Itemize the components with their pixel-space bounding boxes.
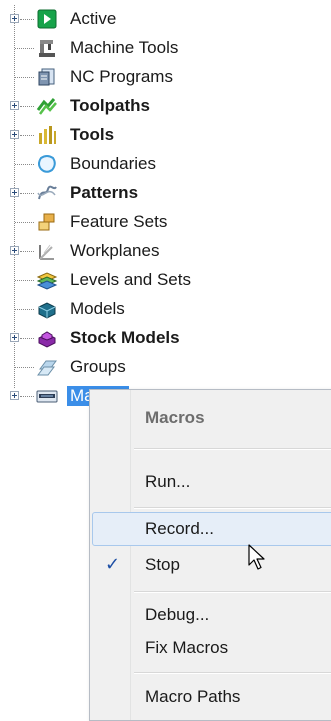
tree-node-boundaries[interactable]: Boundaries xyxy=(0,150,331,179)
tree-node-label: Levels and Sets xyxy=(70,270,191,289)
tree-node-patterns[interactable]: Patterns xyxy=(0,179,331,208)
checkmark-icon: ✓ xyxy=(105,554,121,574)
menu-header: Macros xyxy=(92,401,331,435)
menu-separator xyxy=(134,448,331,450)
expand-icon[interactable] xyxy=(10,333,19,342)
tree-node-models[interactable]: Models xyxy=(0,295,331,324)
tree-node-label: Models xyxy=(70,299,125,318)
expand-icon[interactable] xyxy=(10,188,19,197)
tree-node-toolpaths[interactable]: Toolpaths xyxy=(0,92,331,121)
tree-node-label: Groups xyxy=(70,357,126,376)
menu-item-fix-macros[interactable]: Fix Macros xyxy=(92,631,331,665)
tree-node-feature-sets[interactable]: Feature Sets xyxy=(0,208,331,237)
tree-node-label: Boundaries xyxy=(70,154,157,173)
expand-icon[interactable] xyxy=(10,246,19,255)
tree-node-active[interactable]: Active xyxy=(0,5,331,34)
menu-separator xyxy=(134,507,331,509)
tree-node-workplanes[interactable]: Workplanes xyxy=(0,237,331,266)
machine-tool-icon xyxy=(36,38,58,58)
menu-item-stop[interactable]: ✓ Stop xyxy=(92,548,331,582)
menu-item-label: Run... xyxy=(145,472,191,491)
boundary-icon xyxy=(36,154,58,174)
menu-item-label: Macro Paths xyxy=(145,687,241,706)
tree-node-label: NC Programs xyxy=(70,67,173,86)
feature-set-icon xyxy=(36,212,58,232)
tree-node-machine-tools[interactable]: Machine Tools xyxy=(0,34,331,63)
nc-program-icon xyxy=(36,67,58,87)
tree-node-label: Workplanes xyxy=(70,241,160,260)
menu-separator xyxy=(134,591,331,593)
toolpath-icon xyxy=(36,96,58,116)
menu-item-label: Debug... xyxy=(145,605,210,624)
tree-node-label: Toolpaths xyxy=(70,96,150,115)
stock-model-icon xyxy=(36,328,58,348)
workplane-icon xyxy=(36,241,58,261)
expand-icon[interactable] xyxy=(10,14,19,23)
menu-item-label: Stop xyxy=(145,555,180,574)
macro-icon xyxy=(36,386,58,406)
active-arrow-icon xyxy=(36,9,58,29)
menu-item-record[interactable]: Record... xyxy=(92,512,331,546)
menu-item-label: Fix Macros xyxy=(145,638,229,657)
tools-icon xyxy=(36,125,58,145)
menu-item-debug[interactable]: Debug... xyxy=(92,598,331,632)
tree-node-label: Tools xyxy=(70,125,115,144)
menu-item-macro-paths[interactable]: Macro Paths xyxy=(92,680,331,714)
tree-node-label: Machine Tools xyxy=(70,38,179,57)
expand-icon[interactable] xyxy=(10,391,19,400)
expand-icon[interactable] xyxy=(10,130,19,139)
expand-icon[interactable] xyxy=(10,101,19,110)
tree-node-levels-and-sets[interactable]: Levels and Sets xyxy=(0,266,331,295)
pattern-icon xyxy=(36,183,58,203)
tree-node-nc-programs[interactable]: NC Programs xyxy=(0,63,331,92)
tree-node-label: Patterns xyxy=(70,183,139,202)
model-icon xyxy=(36,299,58,319)
tree-node-label: Active xyxy=(70,9,117,28)
menu-header-label: Macros xyxy=(145,408,205,427)
tree-node-label: Stock Models xyxy=(70,328,180,347)
menu-item-label: Record... xyxy=(145,519,214,538)
group-icon xyxy=(36,357,58,377)
menu-item-run[interactable]: Run... xyxy=(92,465,331,499)
tree-node-groups[interactable]: Groups xyxy=(0,353,331,382)
tree-node-tools[interactable]: Tools xyxy=(0,121,331,150)
context-menu: Macros Run... Record... ✓ Stop Debug... … xyxy=(89,389,331,721)
tree-node-label: Feature Sets xyxy=(70,212,168,231)
menu-separator xyxy=(134,672,331,674)
mouse-pointer-icon xyxy=(247,543,267,573)
tree-node-stock-models[interactable]: Stock Models xyxy=(0,324,331,353)
levels-icon xyxy=(36,270,58,290)
